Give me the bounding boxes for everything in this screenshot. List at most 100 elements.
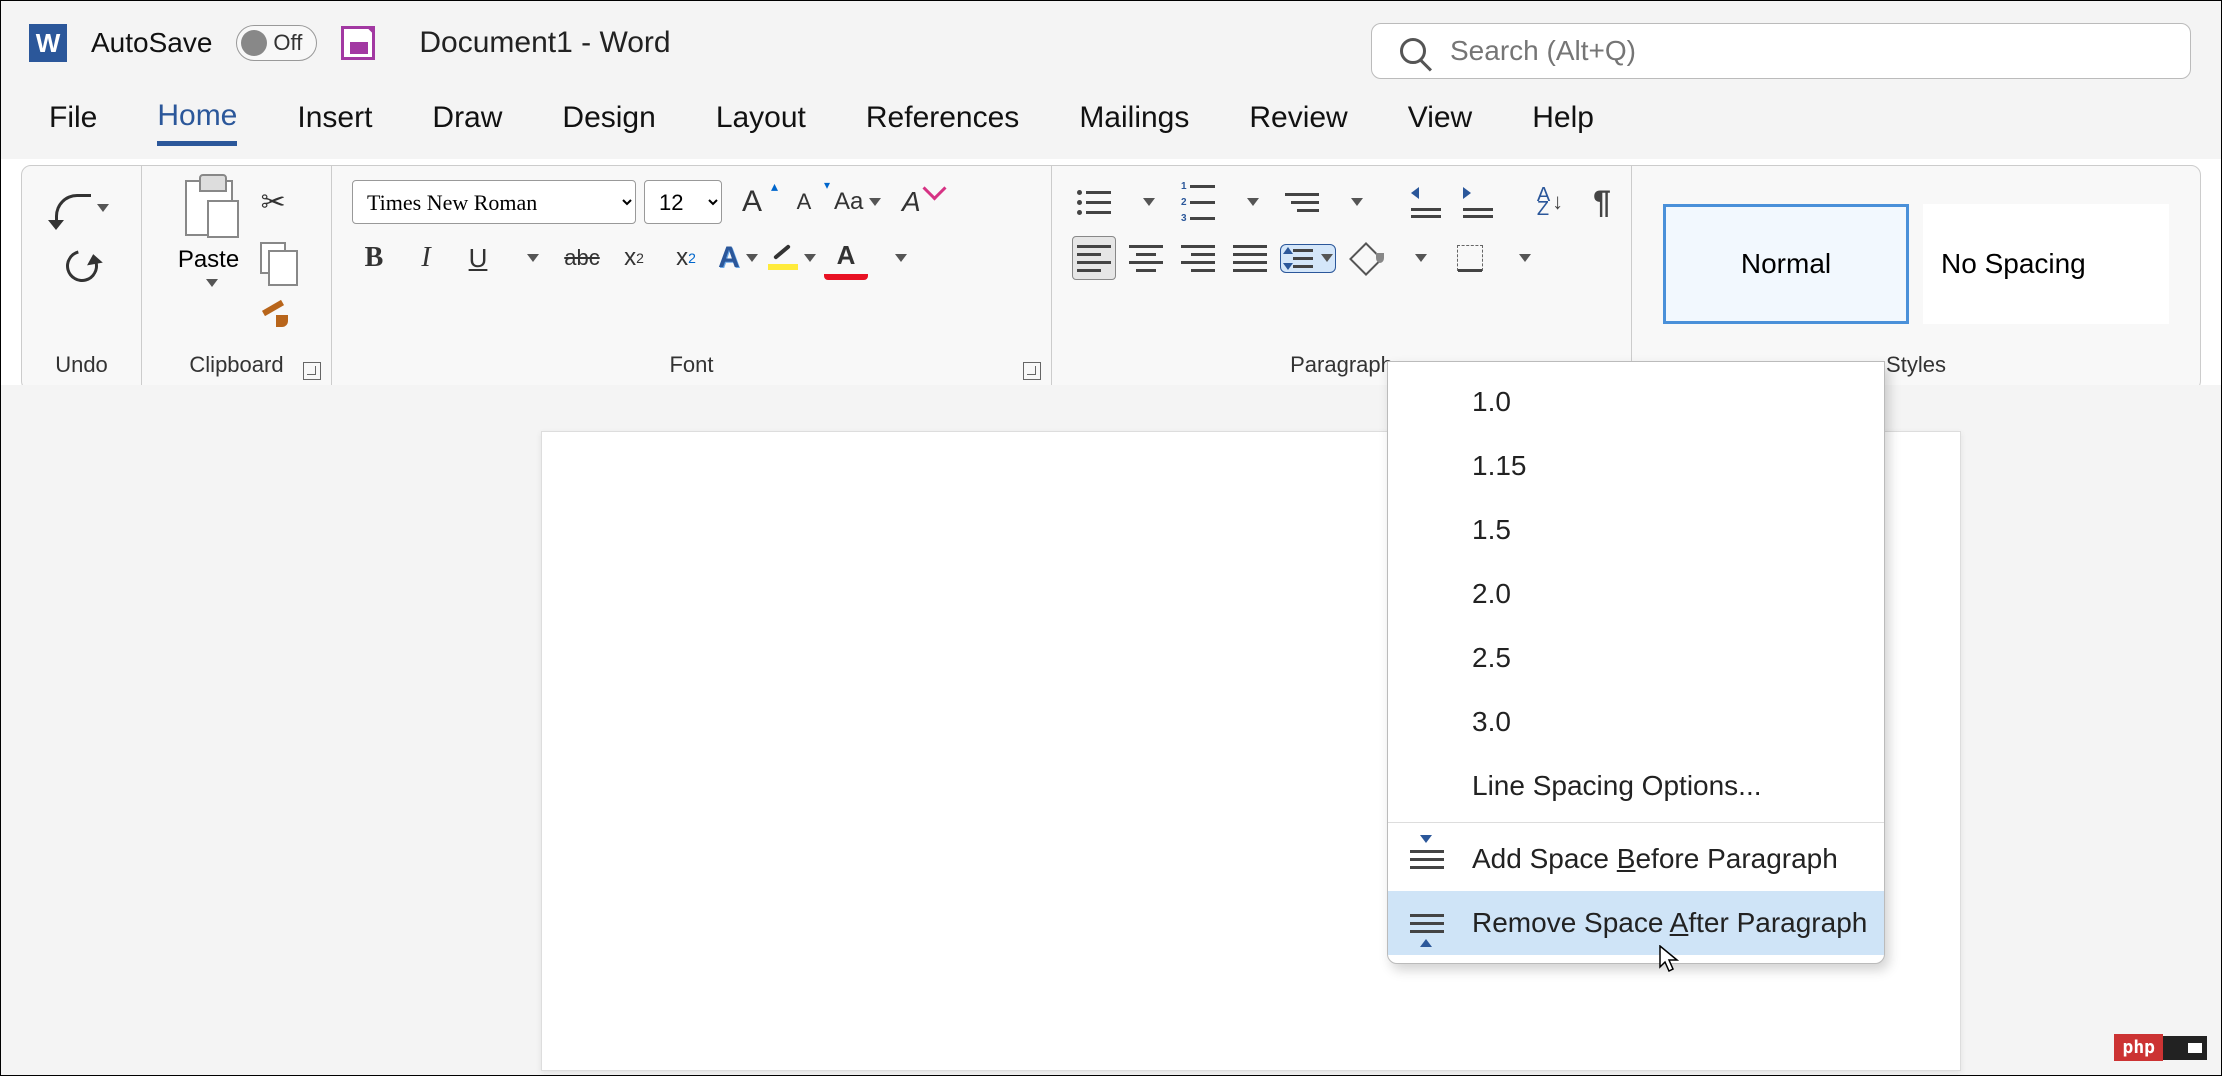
line-spacing-2-5[interactable]: 2.5 bbox=[1388, 626, 1884, 690]
font-size-select[interactable]: 12 bbox=[644, 180, 722, 224]
superscript-button[interactable]: x2 bbox=[664, 236, 708, 280]
underline-button[interactable]: U bbox=[456, 236, 500, 280]
remove-space-text: Remove Space After Paragraph bbox=[1472, 907, 1867, 939]
sort-az-label: AZ bbox=[1537, 188, 1550, 216]
justify-icon bbox=[1233, 244, 1267, 272]
add-space-text: Add Space Before Paragraph bbox=[1472, 843, 1838, 875]
change-case-button[interactable]: Aa bbox=[834, 180, 881, 224]
remove-space-after[interactable]: Remove Space After Paragraph bbox=[1388, 891, 1884, 955]
copy-button[interactable] bbox=[251, 236, 295, 280]
numbering-dropdown[interactable] bbox=[1228, 180, 1272, 224]
sort-arrow-icon: ↓ bbox=[1552, 195, 1563, 209]
bullets-dropdown[interactable] bbox=[1124, 180, 1168, 224]
word-logo-icon bbox=[29, 24, 67, 62]
sort-button[interactable]: AZ↓ bbox=[1528, 180, 1572, 224]
align-right-button[interactable] bbox=[1176, 236, 1220, 280]
justify-button[interactable] bbox=[1228, 236, 1272, 280]
ribbon: Undo Paste ✂ Clipboard Times New Roman bbox=[21, 165, 2201, 391]
font-group: Times New Roman 12 A▴ A▾ Aa A B I U abc … bbox=[332, 166, 1052, 390]
clipboard-launcher[interactable] bbox=[303, 362, 321, 380]
paste-dropdown[interactable] bbox=[200, 274, 218, 292]
tab-view[interactable]: View bbox=[1408, 101, 1472, 143]
line-spacing-menu: 1.0 1.15 1.5 2.0 2.5 3.0 Line Spacing Op… bbox=[1387, 361, 1885, 964]
undo-button[interactable] bbox=[55, 186, 109, 230]
italic-button[interactable]: I bbox=[404, 236, 448, 280]
line-spacing-1-5[interactable]: 1.5 bbox=[1388, 498, 1884, 562]
highlight-button[interactable] bbox=[768, 236, 816, 280]
paste-button[interactable]: Paste bbox=[178, 246, 239, 274]
save-icon[interactable] bbox=[341, 26, 375, 60]
numbering-icon: 1 2 3 bbox=[1181, 188, 1215, 216]
align-center-button[interactable] bbox=[1124, 236, 1168, 280]
ribbon-tabs: File Home Insert Draw Design Layout Refe… bbox=[1, 85, 2221, 159]
tab-design[interactable]: Design bbox=[562, 101, 655, 143]
line-spacing-icon bbox=[1283, 249, 1313, 268]
borders-icon bbox=[1457, 245, 1483, 271]
bold-button[interactable]: B bbox=[352, 236, 396, 280]
tab-home[interactable]: Home bbox=[157, 99, 237, 146]
style-no-spacing[interactable]: No Spacing bbox=[1923, 204, 2169, 324]
line-spacing-3-0[interactable]: 3.0 bbox=[1388, 690, 1884, 754]
underline-dropdown[interactable] bbox=[508, 236, 552, 280]
format-painter-button[interactable] bbox=[251, 292, 295, 336]
php-watermark-icon bbox=[2163, 1036, 2207, 1060]
remove-space-after-icon bbox=[1410, 909, 1444, 937]
redo-button[interactable] bbox=[60, 244, 104, 288]
tab-review[interactable]: Review bbox=[1249, 101, 1347, 143]
tab-mailings[interactable]: Mailings bbox=[1079, 101, 1189, 143]
clear-formatting-button[interactable]: A bbox=[889, 180, 933, 224]
tab-layout[interactable]: Layout bbox=[716, 101, 806, 143]
font-launcher[interactable] bbox=[1023, 362, 1041, 380]
numbering-button[interactable]: 1 2 3 bbox=[1176, 180, 1220, 224]
font-color-dropdown[interactable] bbox=[876, 236, 920, 280]
cut-button[interactable]: ✂ bbox=[251, 180, 295, 224]
strikethrough-button[interactable]: abc bbox=[560, 236, 604, 280]
font-color-button[interactable]: A bbox=[824, 236, 868, 280]
subscript-button[interactable]: x2 bbox=[612, 236, 656, 280]
line-spacing-2-0[interactable]: 2.0 bbox=[1388, 562, 1884, 626]
multilevel-dropdown[interactable] bbox=[1332, 180, 1376, 224]
align-left-button[interactable] bbox=[1072, 236, 1116, 280]
document-title: Document1 - Word bbox=[419, 26, 670, 60]
line-spacing-button[interactable] bbox=[1280, 244, 1336, 273]
search-box[interactable] bbox=[1371, 23, 2191, 79]
styles-group-label: Styles bbox=[1886, 346, 1946, 384]
multilevel-icon bbox=[1285, 188, 1319, 216]
shrink-font-button[interactable]: A▾ bbox=[782, 180, 826, 224]
scissors-icon: ✂ bbox=[261, 185, 286, 220]
text-effects-button[interactable]: A bbox=[716, 236, 760, 280]
line-spacing-1-15[interactable]: 1.15 bbox=[1388, 434, 1884, 498]
tab-insert[interactable]: Insert bbox=[297, 101, 372, 143]
borders-dropdown[interactable] bbox=[1500, 236, 1544, 280]
line-spacing-1-0[interactable]: 1.0 bbox=[1388, 370, 1884, 434]
shading-dropdown[interactable] bbox=[1396, 236, 1440, 280]
shading-button[interactable] bbox=[1344, 236, 1388, 280]
font-group-label: Font bbox=[669, 346, 713, 384]
add-space-before[interactable]: Add Space Before Paragraph bbox=[1388, 827, 1884, 891]
tab-help[interactable]: Help bbox=[1532, 101, 1594, 143]
paste-icon bbox=[185, 180, 233, 236]
menu-separator bbox=[1388, 822, 1884, 823]
tab-file[interactable]: File bbox=[49, 101, 97, 143]
style-normal[interactable]: Normal bbox=[1663, 204, 1909, 324]
borders-button[interactable] bbox=[1448, 236, 1492, 280]
clipboard-group: Paste ✂ Clipboard bbox=[142, 166, 332, 390]
title-bar: AutoSave Off Document1 - Word bbox=[1, 1, 2221, 85]
multilevel-list-button[interactable] bbox=[1280, 180, 1324, 224]
align-left-icon bbox=[1077, 244, 1111, 272]
tab-draw[interactable]: Draw bbox=[432, 101, 502, 143]
grow-font-button[interactable]: A▴ bbox=[730, 180, 774, 224]
search-icon bbox=[1400, 38, 1426, 64]
toggle-knob-icon bbox=[241, 30, 267, 56]
bullets-button[interactable] bbox=[1072, 180, 1116, 224]
increase-indent-button[interactable] bbox=[1456, 180, 1500, 224]
autosave-toggle[interactable]: Off bbox=[236, 25, 317, 61]
line-spacing-options[interactable]: Line Spacing Options... bbox=[1388, 754, 1884, 818]
search-input[interactable] bbox=[1450, 35, 2050, 67]
font-name-select[interactable]: Times New Roman bbox=[352, 180, 636, 224]
decrease-indent-button[interactable] bbox=[1404, 180, 1448, 224]
tab-references[interactable]: References bbox=[866, 101, 1019, 143]
show-marks-button[interactable]: ¶ bbox=[1580, 180, 1624, 224]
brush-icon bbox=[258, 299, 288, 329]
autosave-state: Off bbox=[273, 30, 302, 56]
